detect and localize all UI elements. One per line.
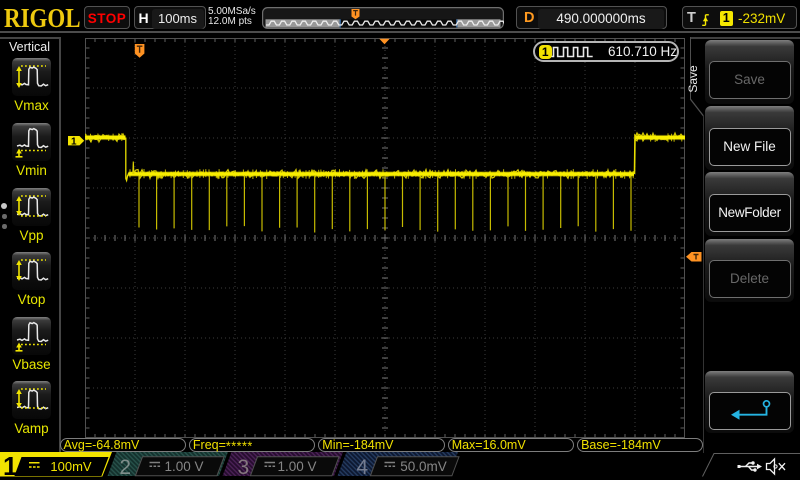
svg-text:50.0mV: 50.0mV <box>400 459 447 474</box>
svg-text:1: 1 <box>71 137 77 146</box>
svg-text:Save: Save <box>686 65 700 93</box>
svg-text:1.00 V: 1.00 V <box>277 459 316 474</box>
svg-text:4: 4 <box>357 456 369 478</box>
svg-text:3: 3 <box>238 456 250 478</box>
svg-text:2: 2 <box>119 456 131 478</box>
svg-text:1: 1 <box>3 452 17 478</box>
svg-text:100mV: 100mV <box>50 459 92 474</box>
svg-text:1.00 V: 1.00 V <box>164 459 203 474</box>
